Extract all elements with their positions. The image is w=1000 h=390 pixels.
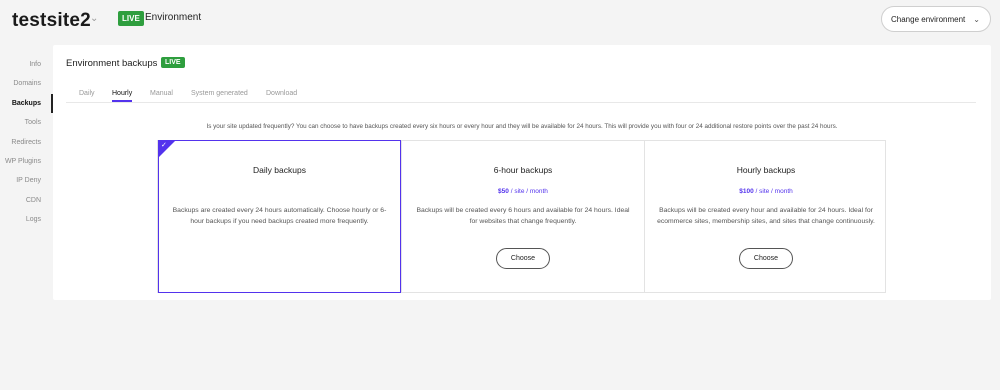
plan-description: Backups will be created every 6 hours an…: [416, 207, 630, 225]
sidebar-item-logs[interactable]: Logs: [0, 210, 46, 229]
sidebar-item-tools[interactable]: Tools: [0, 113, 46, 132]
chevron-down-icon: ⌄: [973, 15, 980, 24]
sidebar-item-info[interactable]: Info: [0, 55, 46, 74]
sidebar-item-ip-deny[interactable]: IP Deny: [0, 171, 46, 190]
plan-card-daily[interactable]: ✓ Daily backups Backups are created ever…: [158, 140, 401, 293]
tab-system-generated[interactable]: System generated: [191, 90, 248, 97]
check-icon: ✓: [161, 142, 167, 149]
plan-title: Hourly backups: [736, 165, 796, 175]
plan-price-amount: $100: [739, 188, 754, 195]
tab-hourly[interactable]: Hourly: [112, 90, 133, 102]
sidebar: Info Domains Backups Tools Redirects WP …: [0, 55, 53, 230]
choose-6-hour-button[interactable]: Choose: [496, 248, 550, 269]
tab-download[interactable]: Download: [266, 90, 297, 97]
plan-card-hourly: Hourly backups $100 / site / month Backu…: [644, 141, 887, 292]
backup-tabs: Daily Hourly Manual System generated Dow…: [66, 88, 976, 103]
plan-title: Daily backups: [253, 165, 306, 175]
choose-hourly-button[interactable]: Choose: [739, 248, 793, 269]
sidebar-item-redirects[interactable]: Redirects: [0, 133, 46, 152]
plan-price-suffix: / site / month: [753, 188, 793, 195]
live-badge: LIVE: [161, 57, 185, 68]
sidebar-item-cdn[interactable]: CDN: [0, 191, 46, 210]
live-badge: LIVE: [118, 11, 144, 26]
plan-price: $50 / site / month: [402, 188, 644, 195]
plan-price-suffix: / site / month: [508, 188, 548, 195]
change-environment-label: Change environment: [891, 14, 966, 24]
sidebar-item-domains[interactable]: Domains: [0, 74, 46, 93]
page-title: Environment backups: [66, 58, 158, 69]
plan-card-6-hour: 6-hour backups $50 / site / month Backup…: [401, 141, 644, 292]
backups-panel: Environment backups LIVE Daily Hourly Ma…: [53, 45, 991, 300]
plan-title: 6-hour backups: [493, 165, 553, 175]
backup-info-text: Is your site updated frequently? You can…: [206, 123, 838, 130]
backup-plan-cards: ✓ Daily backups Backups are created ever…: [157, 140, 886, 293]
plan-price-amount: $50: [498, 188, 509, 195]
sidebar-item-backups[interactable]: Backups: [0, 93, 53, 114]
top-bar: testsite2 ⌄ LIVE Environment Change envi…: [0, 0, 1000, 40]
environment-label: Environment: [145, 12, 202, 23]
chevron-down-icon[interactable]: ⌄: [90, 13, 98, 24]
sidebar-item-wp-plugins[interactable]: WP Plugins: [0, 152, 46, 171]
plan-description: Backups will be created every hour and a…: [657, 207, 875, 225]
plan-price: $100 / site / month: [645, 188, 887, 195]
site-name[interactable]: testsite2: [12, 10, 91, 32]
plan-description: Backups are created every 24 hours autom…: [172, 207, 387, 225]
change-environment-button[interactable]: Change environment ⌄: [881, 6, 991, 32]
tab-manual[interactable]: Manual: [150, 90, 173, 97]
tab-daily[interactable]: Daily: [79, 90, 95, 97]
